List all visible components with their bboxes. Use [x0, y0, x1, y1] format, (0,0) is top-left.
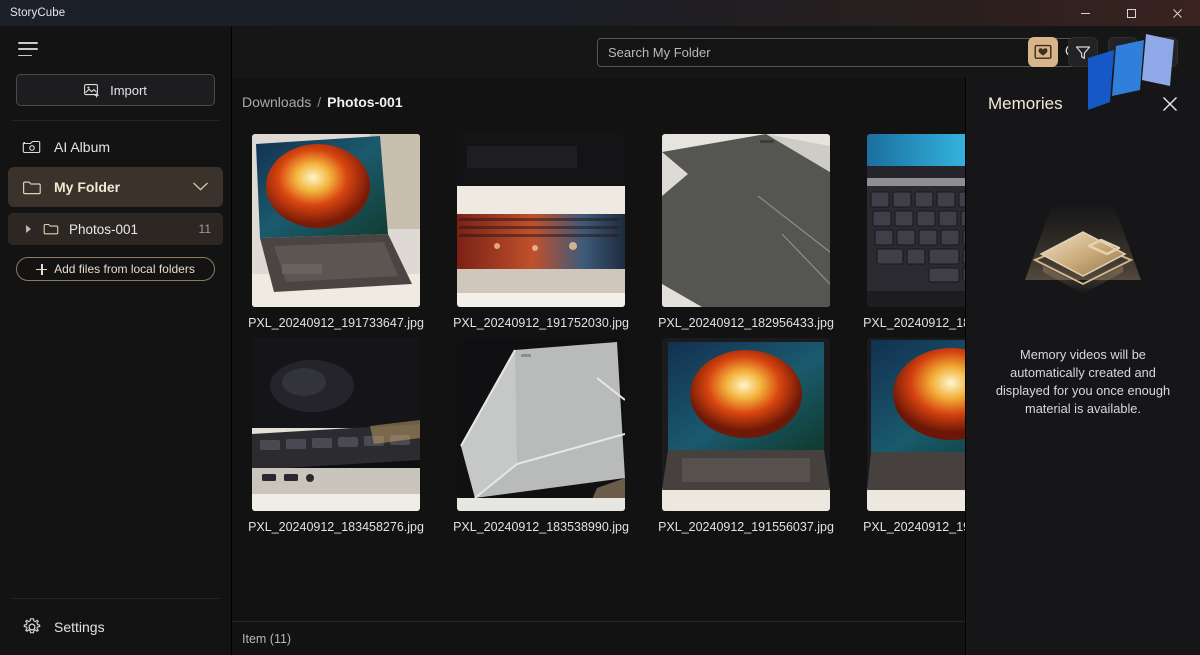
folder-icon	[43, 223, 59, 235]
title-bar: StoryCube	[0, 0, 1200, 26]
close-icon	[1162, 96, 1178, 112]
search-input[interactable]	[598, 38, 1053, 66]
sidebar: Import AI Album My Folder Photos-001 11 …	[0, 26, 232, 655]
sidebar-menu-row	[0, 26, 231, 72]
memories-close-button[interactable]	[1158, 92, 1182, 116]
caret-right-icon[interactable]	[26, 225, 31, 233]
gallery-item[interactable]: PXL_20240912_183538990.jpg	[447, 338, 635, 536]
sidebar-item-settings[interactable]: Settings	[0, 599, 231, 655]
window-controls	[1062, 0, 1200, 26]
photo-laptop-lid-silver-angles	[457, 338, 625, 511]
photo-laptop-colorful-screen	[252, 134, 420, 307]
folder-icon	[23, 181, 41, 194]
memories-empty-text: Memory videos will be automatically crea…	[995, 347, 1171, 416]
gallery-item[interactable]: PXL_20240912_191733647.jpg	[242, 134, 430, 332]
import-button-label: Import	[110, 82, 147, 98]
memories-title: Memories	[988, 94, 1063, 113]
minimize-icon	[1080, 12, 1090, 14]
breadcrumb-current: Photos-001	[327, 94, 403, 110]
ai-album-icon	[22, 140, 41, 154]
sidebar-subitem-label: Photos-001	[69, 221, 139, 237]
toolbar-buttons	[1028, 37, 1178, 67]
sidebar-subitem-count: 11	[198, 222, 211, 236]
memories-empty-art	[1003, 202, 1163, 322]
search-bar[interactable]	[597, 37, 1092, 67]
sidebar-divider	[12, 120, 219, 121]
window-title: StoryCube	[10, 7, 66, 19]
thumbnail[interactable]	[457, 338, 625, 511]
grid-view-button[interactable]	[1148, 37, 1178, 67]
photo-laptop-ports-side	[252, 338, 420, 511]
thumbnail[interactable]	[457, 134, 625, 307]
gallery-item-filename: PXL_20240912_183458276.jpg	[248, 520, 424, 534]
thumbnail[interactable]	[662, 134, 830, 307]
memories-toggle-button[interactable]	[1028, 37, 1058, 67]
memory-card-stack-icon	[1025, 202, 1141, 294]
gear-icon	[23, 618, 41, 634]
add-files-label: Add files from local folders	[54, 262, 195, 276]
close-button[interactable]	[1154, 0, 1200, 26]
gallery-item[interactable]: PXL_20240912_191556037.jpg	[652, 338, 840, 536]
storycube-window: StoryCube Import AI Album My Folder Phot…	[0, 0, 1200, 655]
breadcrumb-separator: /	[317, 94, 322, 110]
minimize-button[interactable]	[1062, 0, 1108, 26]
sidebar-item-ai-album-label: AI Album	[54, 139, 111, 155]
photo-laptop-lid-dark-angle	[662, 134, 830, 307]
gallery-item[interactable]: PXL_20240912_191752030.jpg	[447, 134, 635, 332]
thumbnail[interactable]	[662, 338, 830, 511]
maximize-button[interactable]	[1108, 0, 1154, 26]
thumbnail[interactable]	[252, 134, 420, 307]
grid-view-icon	[1155, 44, 1171, 60]
photo-laptop-colorful-screen	[662, 338, 830, 511]
toolbar	[232, 26, 1200, 78]
filter-funnel-icon	[1075, 45, 1091, 59]
memories-photo-heart-icon	[1034, 44, 1052, 59]
item-count-label: Item (11)	[242, 631, 292, 646]
sort-button[interactable]	[1108, 37, 1138, 67]
sidebar-item-ai-album[interactable]: AI Album	[8, 127, 223, 167]
close-icon	[1172, 8, 1182, 18]
gallery-item[interactable]: PXL_20240912_182956433.jpg	[652, 134, 840, 332]
chevron-down-icon[interactable]	[192, 179, 209, 195]
gallery-item-filename: PXL_20240912_191556037.jpg	[658, 520, 834, 534]
memories-panel: Memories Memory videos will be automatic…	[965, 78, 1200, 655]
maximize-icon	[1126, 8, 1136, 18]
gallery-item[interactable]: PXL_20240912_183458276.jpg	[242, 338, 430, 536]
sidebar-item-my-folder[interactable]: My Folder	[8, 167, 223, 207]
image-import-icon	[84, 83, 99, 97]
filter-button[interactable]	[1068, 37, 1098, 67]
breadcrumb-root[interactable]: Downloads	[242, 94, 311, 110]
import-button[interactable]: Import	[16, 74, 215, 106]
sidebar-subitem-photos-001[interactable]: Photos-001 11	[8, 213, 223, 245]
plus-icon	[36, 263, 48, 275]
sort-lines-icon	[1117, 47, 1129, 57]
photo-laptop-keyboard-red-glow	[457, 134, 625, 307]
settings-label: Settings	[54, 619, 105, 635]
thumbnail[interactable]	[252, 338, 420, 511]
gallery-item-filename: PXL_20240912_191733647.jpg	[248, 316, 424, 330]
gallery-item-filename: PXL_20240912_182956433.jpg	[658, 316, 834, 330]
sidebar-item-my-folder-label: My Folder	[54, 179, 121, 195]
main-content: Downloads / Photos-001	[232, 26, 1200, 655]
gallery-item-filename: PXL_20240912_183538990.jpg	[453, 520, 629, 534]
window-body: Import AI Album My Folder Photos-001 11 …	[0, 26, 1200, 655]
add-files-from-local-folders-button[interactable]: Add files from local folders	[16, 257, 215, 281]
hamburger-icon[interactable]	[18, 42, 38, 56]
memories-header: Memories	[966, 78, 1200, 130]
gallery-item-filename: PXL_20240912_191752030.jpg	[453, 316, 629, 330]
